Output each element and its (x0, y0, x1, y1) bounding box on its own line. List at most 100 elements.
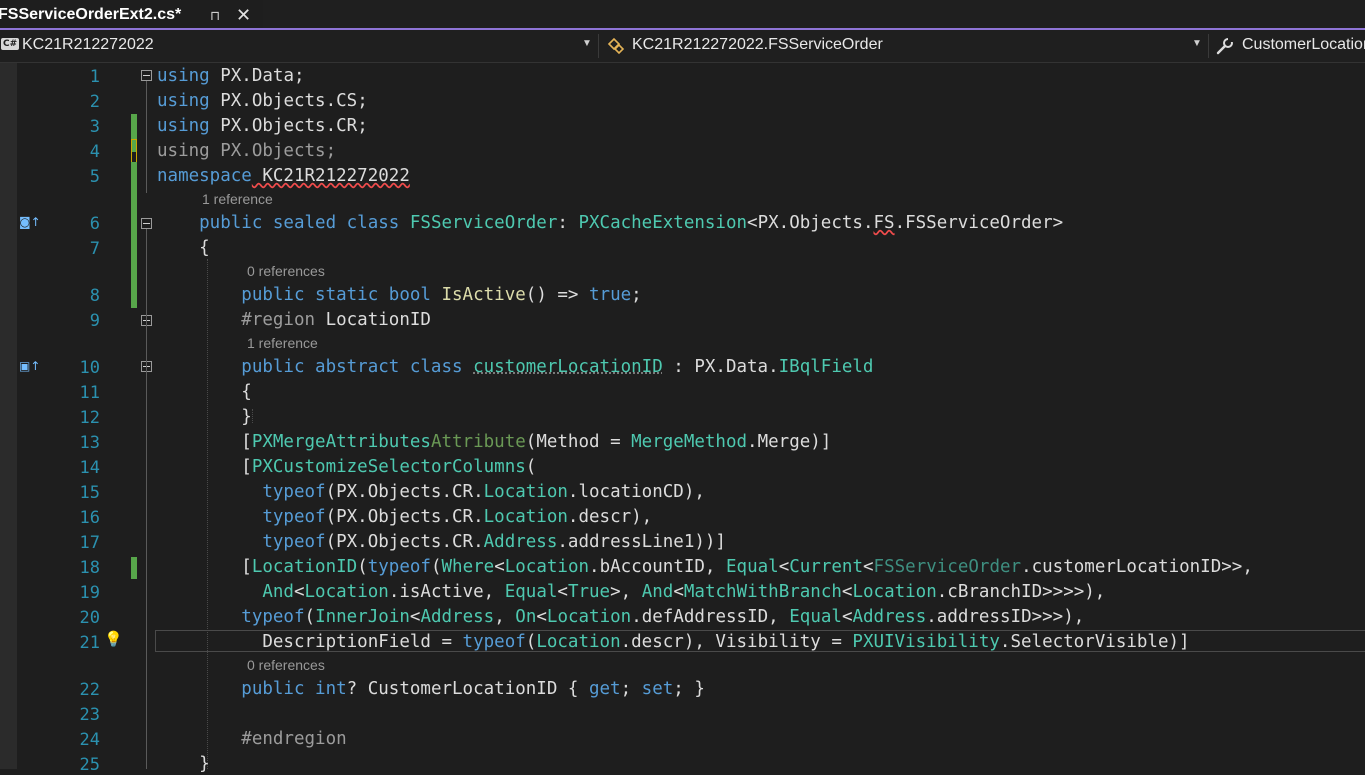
code-keyword: typeof (157, 482, 326, 502)
navigation-bar: C# KC21R212272022 ▼ KC21R212272022.FSSer… (0, 30, 1365, 63)
line-number: 20 (79, 608, 100, 628)
pin-icon[interactable]: ⊓ (210, 8, 220, 24)
code-text: DescriptionField = (157, 632, 463, 652)
code-type: Current (789, 557, 863, 577)
fold-toggle[interactable] (141, 70, 152, 81)
line-number: 18 (79, 558, 100, 578)
codelens-references[interactable]: 0 references (247, 263, 325, 279)
code-type: FSServiceOrder (409, 213, 558, 233)
code-line: public int? CustomerLocationID { get; se… (157, 679, 705, 699)
code-keyword: public sealed class (157, 213, 410, 233)
code-line: And<Location.isActive, Equal<True>, And<… (157, 582, 1105, 602)
line-number: 12 (79, 408, 100, 428)
code-keyword: typeof (367, 557, 431, 577)
class-name: KC21R212272022.FSServiceOrder (632, 36, 883, 53)
code-directive: #region (157, 310, 326, 330)
code-keyword: public int (157, 679, 347, 699)
project-dropdown[interactable]: C# KC21R212272022 ▼ (0, 33, 596, 58)
line-number: 23 (79, 705, 100, 725)
line-number: 5 (89, 167, 100, 187)
line-number: 15 (79, 483, 100, 503)
document-tab-bar: FSServiceOrderExt2.cs* ⊓ ✕ (0, 0, 1365, 30)
code-type: And (641, 582, 674, 602)
code-keyword: typeof (157, 607, 305, 627)
code-type: FSServiceOrder (873, 557, 1022, 577)
line-number: 4 (89, 142, 100, 162)
code-line: using PX.Objects.CS; (157, 91, 368, 111)
divider (598, 34, 599, 58)
code-text: (PX.Objects.CR. (325, 482, 484, 502)
fold-toggle[interactable] (141, 218, 152, 229)
code-type: Location (504, 557, 590, 577)
code-line: namespace KC21R212272022 (157, 166, 410, 186)
code-line: } (157, 407, 252, 427)
code-type: InnerJoin (315, 607, 410, 627)
code-line: { (157, 238, 210, 258)
code-text: .addressID>>>), (926, 607, 1085, 627)
code-type: Address (852, 607, 927, 627)
code-text: , (494, 607, 516, 627)
code-line: typeof(PX.Objects.CR.Address.addressLine… (157, 532, 726, 552)
line-number: 2 (89, 92, 100, 112)
close-icon[interactable]: ✕ (236, 5, 251, 26)
code-keyword: typeof (462, 632, 526, 652)
code-line: { (157, 382, 252, 402)
line-number: 21 (79, 633, 100, 653)
code-type: Equal (504, 582, 558, 602)
code-text: <PX.Objects. (747, 213, 874, 233)
editor-margin-strip (0, 63, 17, 769)
class-dropdown[interactable]: KC21R212272022.FSServiceOrder ▼ (602, 33, 1206, 58)
chevron-down-icon: ▼ (1192, 38, 1202, 49)
code-text: LocationID (325, 310, 431, 330)
code-type: On (515, 607, 537, 627)
line-number: 1 (89, 67, 100, 87)
codelens-references[interactable]: 1 reference (247, 335, 318, 351)
code-text: [ (157, 432, 252, 452)
fold-line (146, 326, 148, 426)
code-text: () => (525, 285, 589, 305)
code-line: [PXCustomizeSelectorColumns( (157, 457, 536, 477)
code-keyword: typeof (157, 507, 326, 527)
code-text: ( (525, 457, 537, 477)
code-type: And (262, 582, 294, 602)
code-keyword: public abstract class (157, 357, 474, 377)
implementation-glyph-icon[interactable]: ▣↑ (19, 359, 40, 373)
code-text: .addressLine1))] (557, 532, 726, 552)
code-text: PX.Objects.CR; (209, 116, 368, 136)
implementation-glyph-icon[interactable]: ◙↑ (19, 215, 41, 229)
line-number: 3 (89, 117, 100, 137)
code-attribute: LocationID (251, 557, 358, 577)
codelens-references[interactable]: 1 reference (202, 191, 273, 207)
code-text: < (494, 557, 505, 577)
code-text: .Merge)] (747, 432, 832, 452)
code-type: Equal (789, 607, 842, 627)
code-text: FS (873, 213, 895, 233)
code-text: < (673, 582, 684, 602)
lightbulb-icon[interactable]: 💡 (104, 630, 123, 648)
code-text: .SelectorVisible)] (999, 632, 1190, 652)
code-line: #region LocationID (157, 310, 431, 330)
divider (1208, 34, 1209, 58)
code-text: ( (357, 557, 368, 577)
line-number: 24 (79, 730, 100, 750)
line-number: 14 (79, 458, 100, 478)
line-number: 25 (79, 755, 100, 775)
change-marker (131, 557, 137, 579)
code-type: True (567, 582, 611, 602)
member-dropdown[interactable]: CustomerLocationID (1212, 33, 1365, 58)
code-type: MergeMethod (631, 432, 748, 452)
code-type: Where (441, 557, 495, 577)
tab-fsserviceorderext2[interactable]: FSServiceOrderExt2.cs* ⊓ ✕ (0, 0, 263, 30)
codelens-references[interactable]: 0 references (247, 657, 325, 673)
code-text: ; (631, 285, 642, 305)
code-keyword: public static bool (157, 285, 442, 305)
line-number: 6 (89, 214, 100, 234)
code-type: Location (852, 582, 937, 602)
code-editor[interactable]: ◙↑ ▣↑ 💡 1 2 3 4 5 6 7 8 9 10 11 12 13 14… (0, 63, 1365, 775)
code-text: .isActive, (388, 582, 505, 602)
member-name: CustomerLocationID (1242, 36, 1365, 53)
code-text: PX.Objects.CS; (209, 91, 368, 111)
project-name: KC21R212272022 (22, 36, 154, 53)
code-line: [LocationID(typeof(Where<Location.bAccou… (157, 557, 1253, 577)
code-attribute: PXMergeAttributes (251, 432, 431, 452)
